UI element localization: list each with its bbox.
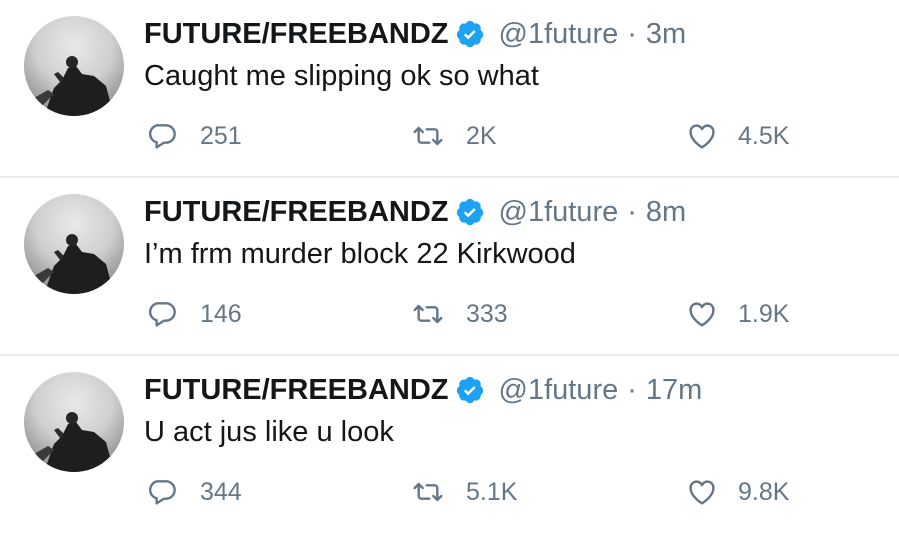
tweet[interactable]: FUTURE/FREEBANDZ @1future · 8m I’m frm m…: [0, 178, 899, 356]
retweet-count: 2K: [466, 121, 497, 150]
reply-count: 251: [200, 121, 242, 150]
like-button[interactable]: 9.8K: [686, 472, 789, 512]
verified-badge-icon: [455, 19, 485, 49]
tweet-feed: FUTURE/FREEBANDZ @1future · 3m Caught me…: [0, 0, 899, 532]
separator-dot: ·: [627, 17, 637, 50]
retweet-button[interactable]: 5.1K: [412, 472, 517, 512]
verified-badge-icon: [455, 197, 485, 227]
reply-count: 344: [200, 477, 242, 506]
retweet-count: 333: [466, 299, 508, 328]
separator-dot: ·: [627, 373, 637, 406]
retweet-arrows-icon: [412, 120, 444, 152]
like-count: 4.5K: [738, 121, 790, 150]
separator-dot: ·: [627, 195, 637, 228]
display-name[interactable]: FUTURE/FREEBANDZ: [144, 196, 449, 229]
reply-button[interactable]: 251: [146, 116, 242, 156]
tweet-header: FUTURE/FREEBANDZ @1future · 3m: [144, 14, 686, 54]
reply-button[interactable]: 146: [146, 294, 242, 334]
retweet-arrows-icon: [412, 476, 444, 508]
tweet[interactable]: FUTURE/FREEBANDZ @1future · 3m Caught me…: [0, 0, 899, 178]
tweet-text: U act jus like u look: [144, 416, 394, 448]
tweet-header: FUTURE/FREEBANDZ @1future · 8m: [144, 192, 686, 232]
retweet-count: 5.1K: [466, 477, 518, 506]
tweet[interactable]: FUTURE/FREEBANDZ @1future · 17m U act ju…: [0, 356, 899, 534]
heart-icon: [686, 476, 718, 508]
tweet-header: FUTURE/FREEBANDZ @1future · 17m: [144, 370, 702, 410]
verified-badge-icon: [455, 375, 485, 405]
display-name[interactable]: FUTURE/FREEBANDZ: [144, 18, 449, 51]
avatar[interactable]: [24, 16, 124, 116]
reply-count: 146: [200, 299, 242, 328]
tweet-text: I’m frm murder block 22 Kirkwood: [144, 238, 576, 270]
handle[interactable]: @1future: [499, 374, 619, 407]
avatar[interactable]: [24, 194, 124, 294]
retweet-button[interactable]: 333: [412, 294, 508, 334]
reply-bubble-icon: [146, 120, 178, 152]
timestamp[interactable]: 17m: [646, 374, 702, 407]
handle[interactable]: @1future: [499, 18, 619, 51]
retweet-button[interactable]: 2K: [412, 116, 497, 156]
like-count: 1.9K: [738, 299, 790, 328]
reply-bubble-icon: [146, 476, 178, 508]
heart-icon: [686, 120, 718, 152]
timestamp[interactable]: 3m: [646, 18, 686, 51]
display-name[interactable]: FUTURE/FREEBANDZ: [144, 374, 449, 407]
like-button[interactable]: 1.9K: [686, 294, 789, 334]
handle[interactable]: @1future: [499, 196, 619, 229]
reply-button[interactable]: 344: [146, 472, 242, 512]
heart-icon: [686, 298, 718, 330]
avatar[interactable]: [24, 372, 124, 472]
like-count: 9.8K: [738, 477, 790, 506]
retweet-arrows-icon: [412, 298, 444, 330]
like-button[interactable]: 4.5K: [686, 116, 789, 156]
tweet-text: Caught me slipping ok so what: [144, 60, 539, 92]
reply-bubble-icon: [146, 298, 178, 330]
timestamp[interactable]: 8m: [646, 196, 686, 229]
